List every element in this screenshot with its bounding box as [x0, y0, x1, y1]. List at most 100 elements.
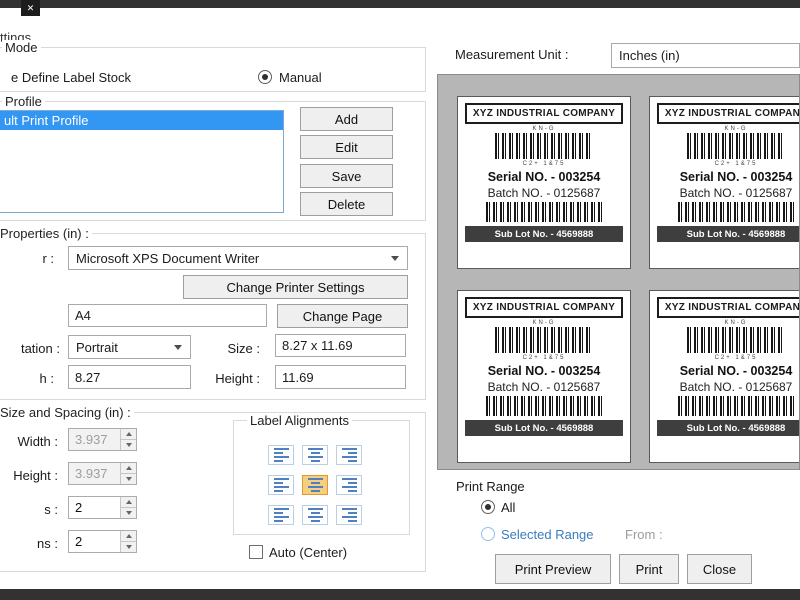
align-top-center-button[interactable] — [302, 445, 328, 465]
barcode-caption: KN-G — [657, 320, 800, 326]
auto-center-checkbox[interactable] — [249, 545, 263, 559]
label-preview: XYZ INDUSTRIAL COMPANY KN-G C2+ 1&75 Ser… — [457, 290, 631, 463]
align-top-right-button[interactable] — [336, 445, 362, 465]
edit-button[interactable]: Edit — [300, 135, 393, 159]
label-company: XYZ INDUSTRIAL COMPANY — [465, 103, 623, 124]
mode-group-label: Mode — [2, 40, 41, 55]
chevron-down-icon — [391, 256, 399, 261]
predefine-radio-label[interactable]: e Define Label Stock — [11, 70, 131, 85]
label-sublot: Sub Lot No. - 4569888 — [465, 420, 623, 436]
change-printer-settings-button[interactable]: Change Printer Settings — [183, 275, 408, 299]
label-company: XYZ INDUSTRIAL COMPANY — [465, 297, 623, 318]
barcode-caption: C2+ 1&75 — [465, 161, 623, 167]
selected-range-radio[interactable] — [481, 527, 495, 541]
titlebar-strip — [0, 0, 800, 8]
rows-label: s : — [0, 502, 58, 517]
label-height-value: 3.937 — [75, 463, 108, 484]
all-radio[interactable] — [481, 500, 495, 514]
spin-up-button[interactable] — [120, 531, 136, 541]
label-batch: Batch NO. - 0125687 — [465, 380, 623, 394]
rows-value: 2 — [75, 497, 82, 518]
close-icon: ✕ — [27, 3, 35, 14]
barcode — [687, 133, 785, 159]
chevron-down-icon — [174, 345, 182, 350]
barcode — [687, 327, 785, 353]
barcode-caption: KN-G — [465, 320, 623, 326]
align-middle-left-button[interactable] — [268, 475, 294, 495]
label-serial: Serial NO. - 003254 — [465, 364, 623, 378]
profile-group-label: Profile — [2, 94, 45, 109]
align-top-left-button[interactable] — [268, 445, 294, 465]
manual-radio[interactable] — [258, 70, 272, 84]
size-input[interactable]: 8.27 x 11.69 — [275, 334, 406, 357]
align-middle-right-button[interactable] — [336, 475, 362, 495]
size-label: Size : — [200, 341, 260, 356]
page-height-label: Height : — [198, 371, 260, 386]
print-preview-button[interactable]: Print Preview — [495, 554, 611, 584]
measurement-unit-label: Measurement Unit : — [455, 47, 568, 62]
align-center-icon — [308, 508, 323, 522]
align-left-icon — [274, 478, 289, 492]
label-batch: Batch NO. - 0125687 — [465, 186, 623, 200]
change-page-button[interactable]: Change Page — [277, 304, 408, 328]
align-bottom-center-button[interactable] — [302, 505, 328, 525]
align-middle-center-button[interactable] — [302, 475, 328, 495]
save-button[interactable]: Save — [300, 164, 393, 188]
measurement-unit-combobox[interactable]: Inches (in) — [611, 43, 800, 68]
label-company: XYZ INDUSTRIAL COMPANY — [657, 297, 800, 318]
page-input[interactable]: A4 — [68, 304, 267, 327]
from-label: From : — [625, 527, 663, 542]
spinner-buttons — [120, 429, 136, 450]
align-right-icon — [342, 508, 357, 522]
rows-spinner[interactable]: 2 — [68, 496, 137, 519]
taskbar-strip — [0, 589, 800, 600]
add-button[interactable]: Add — [300, 107, 393, 131]
spin-down-icon — [120, 439, 136, 450]
spinner-buttons — [120, 463, 136, 484]
align-right-icon — [342, 448, 357, 462]
selected-range-radio-label: Selected Range — [501, 527, 594, 542]
printer-combobox[interactable]: Microsoft XPS Document Writer — [68, 246, 408, 270]
align-left-icon — [274, 448, 289, 462]
profile-listbox[interactable]: ult Print Profile — [0, 110, 284, 213]
barcode-caption: C2+ 1&75 — [465, 355, 623, 361]
columns-label: ns : — [0, 536, 58, 551]
page-width-input[interactable]: 8.27 — [68, 365, 191, 389]
delete-button[interactable]: Delete — [300, 192, 393, 216]
label-width-spinner: 3.937 — [68, 428, 137, 451]
page-value: A4 — [75, 308, 91, 323]
label-batch: Batch NO. - 0125687 — [657, 380, 800, 394]
manual-radio-label: Manual — [279, 70, 322, 85]
profile-list-item[interactable]: ult Print Profile — [0, 111, 283, 130]
label-serial: Serial NO. - 003254 — [465, 170, 623, 184]
align-left-icon — [274, 508, 289, 522]
columns-spinner[interactable]: 2 — [68, 530, 137, 553]
spin-down-button[interactable] — [120, 541, 136, 552]
align-center-icon — [308, 448, 323, 462]
barcode-caption: C2+ 1&75 — [657, 355, 800, 361]
spin-down-button[interactable] — [120, 507, 136, 518]
align-bottom-left-button[interactable] — [268, 505, 294, 525]
preview-panel: XYZ INDUSTRIAL COMPANY KN-G C2+ 1&75 Ser… — [437, 74, 800, 470]
page-width-value: 8.27 — [75, 370, 100, 385]
barcode — [678, 396, 795, 416]
label-height-spinner: 3.937 — [68, 462, 137, 485]
align-bottom-right-button[interactable] — [336, 505, 362, 525]
spin-up-button[interactable] — [120, 497, 136, 507]
barcode — [486, 396, 603, 416]
close-button[interactable]: Close — [687, 554, 752, 584]
orientation-combobox[interactable]: Portrait — [68, 335, 191, 359]
label-company: XYZ INDUSTRIAL COMPANY — [657, 103, 800, 124]
page-height-input[interactable]: 11.69 — [275, 365, 406, 389]
label-preview: XYZ INDUSTRIAL COMPANY KN-G C2+ 1&75 Ser… — [649, 96, 800, 269]
barcode — [678, 202, 795, 222]
print-button[interactable]: Print — [619, 554, 679, 584]
label-width-label: Width : — [0, 434, 58, 449]
label-height-label: Height : — [0, 468, 58, 483]
spin-up-icon — [120, 429, 136, 439]
properties-group-label: Properties (in) : — [0, 226, 92, 241]
label-sublot: Sub Lot No. - 4569888 — [465, 226, 623, 242]
spin-up-icon — [120, 463, 136, 473]
close-window-button[interactable]: ✕ — [21, 0, 40, 16]
orientation-label: tation : — [0, 341, 60, 356]
